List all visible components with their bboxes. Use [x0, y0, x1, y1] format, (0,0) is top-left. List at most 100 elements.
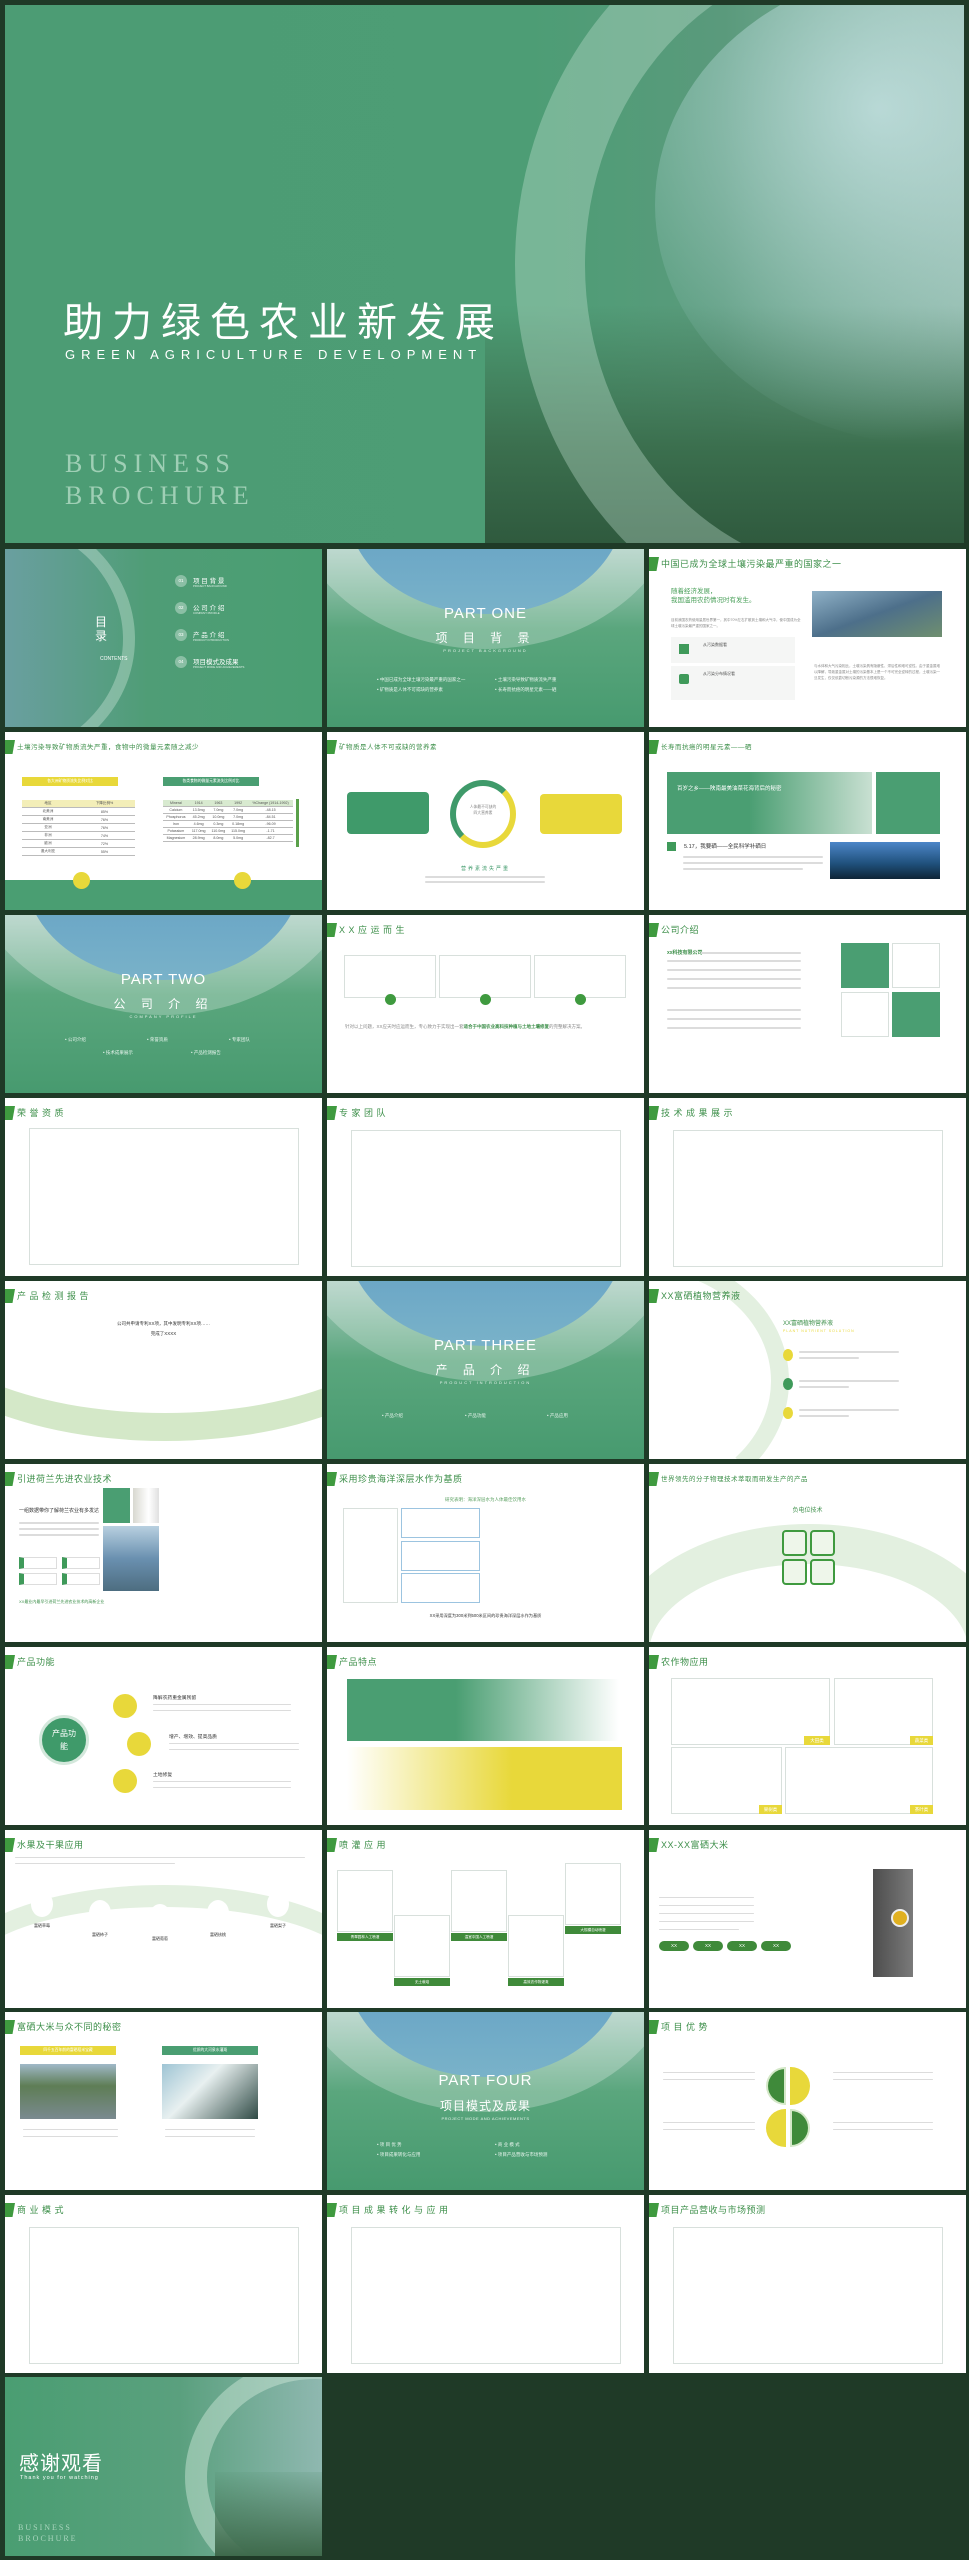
bullet: • 项 目 优 势 — [377, 2142, 402, 2147]
slide-sprinkler[interactable]: 喷 灌 应 用 青翠园林人工喷灌 无土栽培 温室中国人工喷灌 高效农作物灌溉 大规模自动… — [327, 1830, 644, 2008]
slide-selenium[interactable]: 长寿而抗癌的明星元素——硒 百岁之乡——陕南最美油菜花海背后的秘密 5.17，我… — [649, 732, 966, 910]
table-cell: -96.09 — [248, 820, 293, 828]
image-frame — [29, 2227, 299, 2364]
tech-icon — [782, 1559, 807, 1585]
brand-line1: BUSINESS — [18, 2523, 72, 2532]
slide-dutch-tech[interactable]: 引进荷兰先进农业技术 一组数据带你了解荷兰农业有多发达 XX最业内最早引进荷兰先… — [5, 1464, 322, 1642]
table-cell: 0.3mg — [208, 820, 229, 828]
slide-results-transfer[interactable]: 项 目 成 果 转 化 与 应 用 — [327, 2195, 644, 2373]
mountain-photo — [830, 842, 940, 879]
slide-title: 产品功能 — [17, 1657, 56, 1667]
side-card — [876, 772, 940, 834]
slide-mineral-loss[interactable]: 土壤污染导致矿物质流失严重，食物中的微量元素随之减少 各大洲矿物质流失比例对比 … — [5, 732, 322, 910]
slide-rice-secret[interactable]: 富硒大米与众不同的秘密 四千五百年前的富硒稻米宝藏 优质的大河泉水灌溉 — [5, 2012, 322, 2190]
text-line — [19, 1534, 99, 1536]
bullet: • 产品应用 — [547, 1413, 568, 1418]
crop-tag: 茶叶类 — [910, 1805, 933, 1814]
heading-en: PLANT NUTRIENT SOLUTION — [783, 1329, 855, 1333]
bullet: • 产品介绍 — [382, 1413, 403, 1418]
header-flag — [327, 923, 337, 937]
pie-icon — [679, 674, 689, 684]
table-cell: Potassium — [163, 827, 189, 835]
heading: 研究表明：海洋深层水为人体最佳饮用水 — [445, 1497, 526, 1502]
network-petal-icon — [790, 2109, 810, 2147]
slide-product-features[interactable]: 产品特点 — [327, 1647, 644, 1825]
cover-brand-line2: BROCHURE — [65, 481, 255, 510]
right-paragraph: 与水体和大气污染相比，土壤污染具有隐蔽性、滞后性和难可逆性。由于重金属难以降解，… — [814, 664, 940, 680]
header-flag — [5, 740, 15, 754]
subheading: 5.17，我要硒——全民科学补硒日 — [684, 844, 767, 850]
slide-company-intro[interactable]: 公司介绍 xx科技有限公司 — [649, 915, 966, 1093]
bullet: • 矿物质是人体不可或缺的营养素 — [377, 687, 443, 692]
bullet: • 项目产品营收与市场预测 — [495, 2152, 548, 2157]
slide-xx-emergence[interactable]: X X 应 运 而 生 针对以上问题，XX应天时应运而生，专心致力于实现出一套适… — [327, 915, 644, 1093]
section-title: 产 品 介 绍 — [435, 1363, 536, 1377]
contents-item-en: PROJECT BACKGROUND — [193, 584, 227, 588]
rice-button[interactable]: XX — [761, 1941, 791, 1951]
slide-contents[interactable]: 目录 CONTENTS 01 项 目 背 景 PROJECT BACKGROUND 0… — [5, 549, 322, 727]
text-line — [701, 952, 801, 954]
slide-project-advantages[interactable]: 项 目 优 势 — [649, 2012, 966, 2190]
table-cell: 7.0mg — [228, 806, 249, 814]
text-line — [153, 1781, 291, 1783]
text-line — [169, 1749, 299, 1751]
slide-title: 长寿而抗癌的明星元素——硒 — [661, 744, 752, 751]
rice-button[interactable]: XX — [727, 1941, 757, 1951]
cover-slide[interactable]: 助力绿色农业新发展 GREEN AGRICULTURE DEVELOPMENT … — [5, 5, 964, 543]
table-cell: 7.0mg — [228, 813, 249, 821]
slide-thanks[interactable]: 感谢观看 Thank you for watching BUSINESS BRO… — [5, 2377, 322, 2556]
slide-title: 商 业 模 式 — [17, 2205, 65, 2215]
image-frame — [351, 2227, 621, 2364]
slide-deep-sea-water[interactable]: 采用珍贵海洋深层水作为基质 研究表明：海洋深层水为人体最佳饮用水 XX采用深度为… — [327, 1464, 644, 1642]
slide-title: 荣 誉 资 质 — [17, 1108, 65, 1118]
light-petal-icon — [766, 2109, 786, 2147]
slide-expert-team[interactable]: 专 家 团 队 — [327, 1098, 644, 1276]
company-name: xx科技有限公司 — [667, 950, 703, 956]
section-title: 项 目 背 景 — [435, 631, 536, 645]
rice-button[interactable]: XX — [693, 1941, 723, 1951]
slide-product-function[interactable]: 产品功能 产品功能 降解农药重金属残留 增产、增效、提高品质 土地修复 — [5, 1647, 322, 1825]
slide-part-two[interactable]: PART TWO 公 司 介 绍 COMPANY PROFILE • 公司介绍 … — [5, 915, 322, 1093]
image-frame — [534, 955, 626, 998]
slide-tech-results[interactable]: 技 术 成 果 展 示 — [649, 1098, 966, 1276]
slide-revenue-forecast[interactable]: 项目产品营收与市场预测 — [649, 2195, 966, 2373]
fruit-label: 富硒柿子 — [92, 1932, 108, 1937]
function-item: 增产、增效、提高品质 — [169, 1735, 217, 1740]
slide-mineral-nutrient[interactable]: 矿物质是人体不可或缺的营养素 人体最不可缺的四大营养素 营养素流失严重 — [327, 732, 644, 910]
slide-part-three[interactable]: PART THREE 产 品 介 绍 PRODUCT INTRODUCTION … — [327, 1281, 644, 1459]
lake-photo — [20, 2064, 116, 2119]
slide-honors[interactable]: 荣 誉 资 质 — [5, 1098, 322, 1276]
section-title: 公 司 介 绍 — [113, 997, 214, 1011]
slide-business-model[interactable]: 商 业 模 式 — [5, 2195, 322, 2373]
table-row: 北美洲 85% — [22, 807, 135, 816]
slide-part-one[interactable]: PART ONE 项 目 背 景 PROJECT BACKGROUND • 中国… — [327, 549, 644, 727]
text-line — [663, 2129, 755, 2131]
slide-nutrient-solution[interactable]: XX富硒植物营养液 XX富硒植物营养液 PLANT NUTRIENT SOLUT… — [649, 1281, 966, 1459]
slide-selenium-rice[interactable]: XX-XX富硒大米 XX XX XX XX — [649, 1830, 966, 2008]
table-cell: 76% — [73, 823, 135, 832]
heading: 负电位技术 — [792, 1508, 823, 1514]
text-line — [833, 2079, 933, 2081]
slide-test-report[interactable]: 产 品 检 测 报 告 公司共申请专利XX项，其中发明专利XX项…… 完成了XXX… — [5, 1281, 322, 1459]
table-cell: -1.71 — [248, 827, 293, 835]
stat-card — [19, 1557, 57, 1569]
table-cell: 4.6mg — [188, 820, 209, 828]
slide-title: 专 家 团 队 — [339, 1108, 387, 1118]
fruit-image-circle — [267, 1891, 289, 1917]
slide-fruit-application[interactable]: 水果及干果应用 富硒草莓 富硒柿子 富硒葡萄 富硒核桃 富硒梨子 — [5, 1830, 322, 2008]
thanks-title: 感谢观看 — [19, 2453, 103, 2475]
slide-soil-pollution[interactable]: 中国已成为全球土壤污染最严重的国家之一 随着经济发展， 我国滥用农药情况时有发生。… — [649, 549, 966, 727]
slide-molecular-tech[interactable]: 世界领先的分子物理技术萃取而研发生产的产品 负电位技术 — [649, 1464, 966, 1642]
contents-item-en: PRODUCT INTRODUCTION — [193, 638, 229, 642]
table-cell: -84.51 — [248, 813, 293, 821]
slide-crop-application[interactable]: 农作物应用 大田类 蔬菜类 果树类 茶叶类 — [649, 1647, 966, 1825]
text-line — [799, 1386, 849, 1388]
rice-button[interactable]: XX — [659, 1941, 689, 1951]
image-frame — [673, 2227, 943, 2364]
slide-title: 矿物质是人体不可或缺的营养素 — [339, 744, 437, 751]
slide-part-four[interactable]: PART FOUR 项目模式及成果 PROJECT MODE AND ACHIE… — [327, 2012, 644, 2190]
text-line — [683, 868, 803, 870]
image-frame — [673, 1130, 943, 1267]
item-number: 01 — [175, 575, 187, 587]
header-flag — [649, 557, 659, 571]
